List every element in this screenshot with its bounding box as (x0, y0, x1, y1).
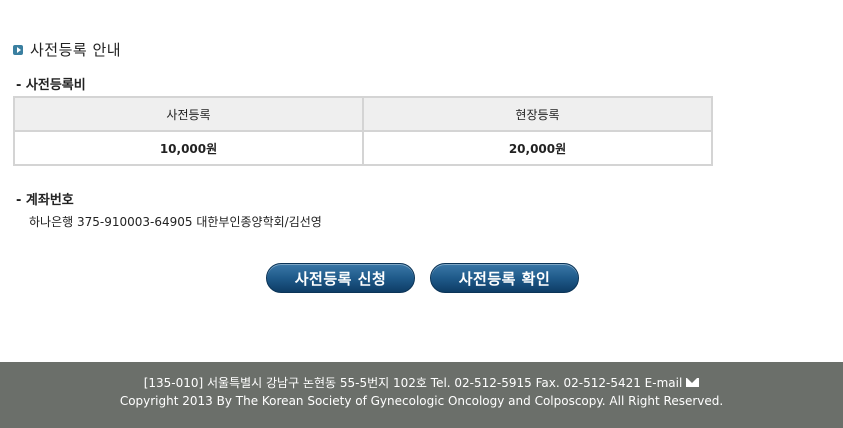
footer-address: [135-010] 서울특별시 강남구 논현동 55-5번지 102호 Tel.… (143, 376, 683, 390)
footer: [135-010] 서울특별시 강남구 논현동 55-5번지 102호 Tel.… (0, 362, 843, 428)
pre-registration-fee: 10,000원 (13, 130, 364, 166)
bullet-arrow-icon (13, 44, 23, 55)
footer-address-line: [135-010] 서울특별시 강남구 논현동 55-5번지 102호 Tel.… (0, 374, 843, 391)
mail-icon[interactable] (686, 378, 700, 387)
fee-table: 사전등록 현장등록 10,000원 20,000원 (13, 96, 713, 166)
onsite-registration-fee: 20,000원 (362, 130, 713, 166)
footer-copyright: Copyright 2013 By The Korean Society of … (119, 394, 724, 408)
column-header-onsite-registration: 현장등록 (362, 96, 713, 132)
section-title: 사전등록 안내 (13, 39, 121, 60)
account-number-text: 하나은행 375-910003-64905 대한부인종양학회/김선영 (29, 215, 322, 229)
pre-registration-confirm-button[interactable]: 사전등록 확인 (430, 263, 579, 293)
table-header-row: 사전등록 현장등록 (13, 96, 713, 132)
fee-heading: - 사전등록비 (16, 78, 86, 93)
pre-registration-apply-button[interactable]: 사전등록 신청 (266, 263, 415, 293)
section-title-text: 사전등록 안내 (30, 41, 122, 59)
account-heading: - 계좌번호 (16, 193, 74, 208)
column-header-pre-registration: 사전등록 (13, 96, 364, 132)
table-row: 10,000원 20,000원 (13, 130, 713, 166)
